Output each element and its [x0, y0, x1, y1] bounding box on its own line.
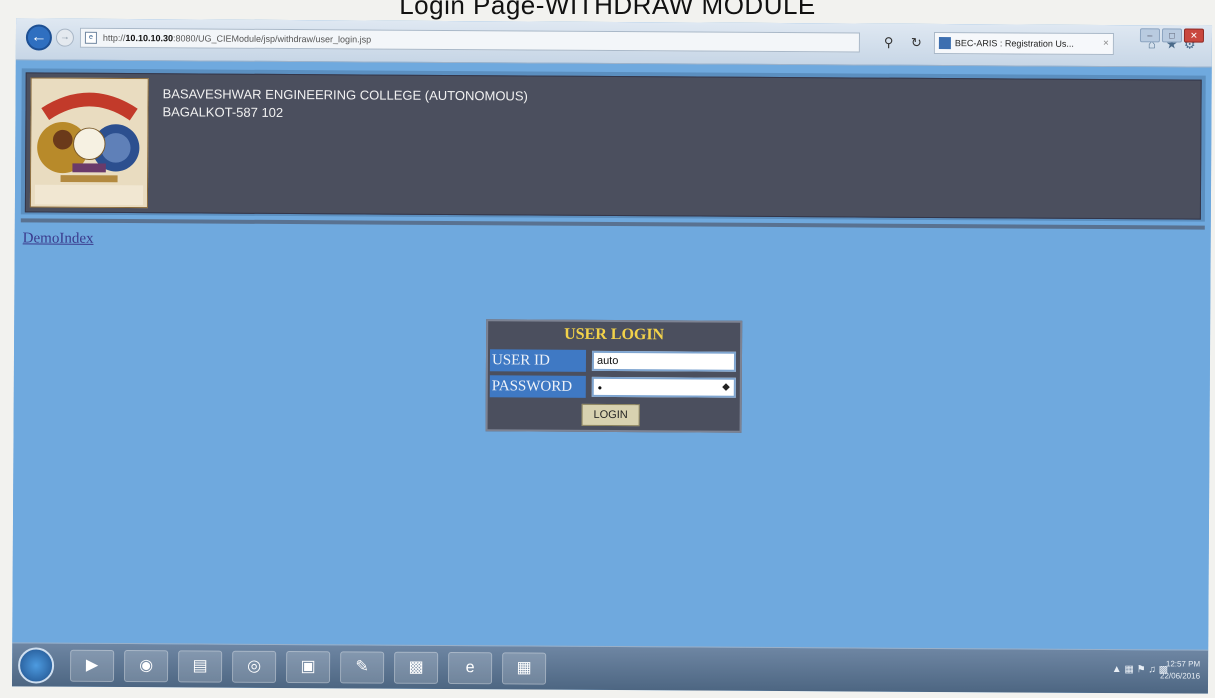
- user-id-label: USER ID: [489, 349, 587, 372]
- maximize-button[interactable]: □: [1161, 28, 1183, 43]
- college-name: BASAVESHWAR ENGINEERING COLLEGE (AUTONOM…: [162, 86, 528, 104]
- close-window-button[interactable]: ✕: [1183, 28, 1205, 43]
- media-player-icon[interactable]: ▶: [70, 649, 115, 682]
- address-bar[interactable]: e http://10.10.10.30:8080/UG_CIEModule/j…: [79, 27, 860, 53]
- browser-tab[interactable]: BEC-ARIS : Registration Us... ×: [933, 31, 1114, 56]
- college-address: BAGALKOT-587 102: [162, 104, 284, 120]
- login-panel: USER LOGIN USER ID auto PASSWORD • ◆ LOG…: [485, 319, 743, 433]
- scanned-page: Login Page-WITHDRAW MODULE ← → e http://…: [0, 0, 1215, 698]
- folders-icon[interactable]: ▩: [393, 651, 439, 684]
- user-id-input[interactable]: auto: [591, 350, 737, 372]
- window-controls: – □ ✕: [1138, 25, 1208, 43]
- login-title: USER LOGIN: [564, 325, 665, 344]
- paint-icon[interactable]: ✎: [339, 651, 385, 684]
- internet-explorer-icon[interactable]: e: [447, 652, 493, 685]
- start-button[interactable]: [17, 647, 55, 684]
- back-arrow-icon: ←: [30, 28, 47, 46]
- refresh-icon[interactable]: ↻: [911, 35, 922, 51]
- login-button[interactable]: LOGIN: [581, 403, 640, 427]
- password-label: PASSWORD: [489, 375, 586, 398]
- address-host: 10.10.10.30: [125, 33, 174, 44]
- clock-time: 12:57 PM: [1165, 659, 1201, 669]
- taskbar-clock[interactable]: 12:57 PM 22/06/2016: [1160, 658, 1200, 682]
- address-prefix: http://: [102, 32, 126, 44]
- chrome-icon[interactable]: ◎: [231, 650, 277, 683]
- web-page: BASAVESHWAR ENGINEERING COLLEGE (AUTONOM…: [12, 60, 1212, 650]
- forward-button[interactable]: →: [55, 28, 74, 47]
- minimize-button[interactable]: –: [1139, 28, 1161, 43]
- firefox-icon[interactable]: ◉: [123, 650, 169, 683]
- search-icon[interactable]: ⚲: [884, 35, 894, 51]
- page-icon: e: [84, 31, 97, 44]
- demo-index-link[interactable]: DemoIndex: [23, 230, 94, 247]
- college-logo-emblem: [30, 78, 148, 208]
- back-button[interactable]: ←: [25, 24, 53, 51]
- browser-toolbar: ← → e http://10.10.10.30:8080/UG_CIEModu…: [15, 18, 1213, 68]
- password-input[interactable]: • ◆: [591, 376, 736, 398]
- forward-arrow-icon: →: [59, 31, 70, 43]
- file-explorer-icon[interactable]: ▤: [177, 650, 223, 683]
- tab-close-button[interactable]: ×: [1103, 34, 1109, 54]
- remote-desktop-icon[interactable]: ▣: [285, 651, 331, 684]
- tab-favicon-icon: [938, 36, 951, 50]
- tab-title: BEC-ARIS : Registration Us...: [954, 38, 1074, 49]
- password-mask: •: [597, 380, 603, 395]
- reveal-password-icon[interactable]: ◆: [722, 380, 730, 396]
- page-caption: Login Page-WITHDRAW MODULE: [399, 0, 816, 20]
- address-path: :8080/UG_CIEModule/jsp/withdraw/user_log…: [172, 33, 372, 45]
- window-switcher-icon[interactable]: ▦: [501, 652, 547, 685]
- clock-date: 22/06/2016: [1159, 671, 1201, 681]
- screenshot: ← → e http://10.10.10.30:8080/UG_CIEModu…: [11, 18, 1213, 694]
- college-logo: [29, 77, 149, 209]
- college-header: BASAVESHWAR ENGINEERING COLLEGE (AUTONOM…: [24, 72, 1202, 220]
- windows-taskbar: ▶ ◉ ▤ ◎ ▣ ✎ ▩ e ▦ ▲ ▦ ⚑ ♫ ▩ 12:57 PM 22/…: [11, 642, 1209, 694]
